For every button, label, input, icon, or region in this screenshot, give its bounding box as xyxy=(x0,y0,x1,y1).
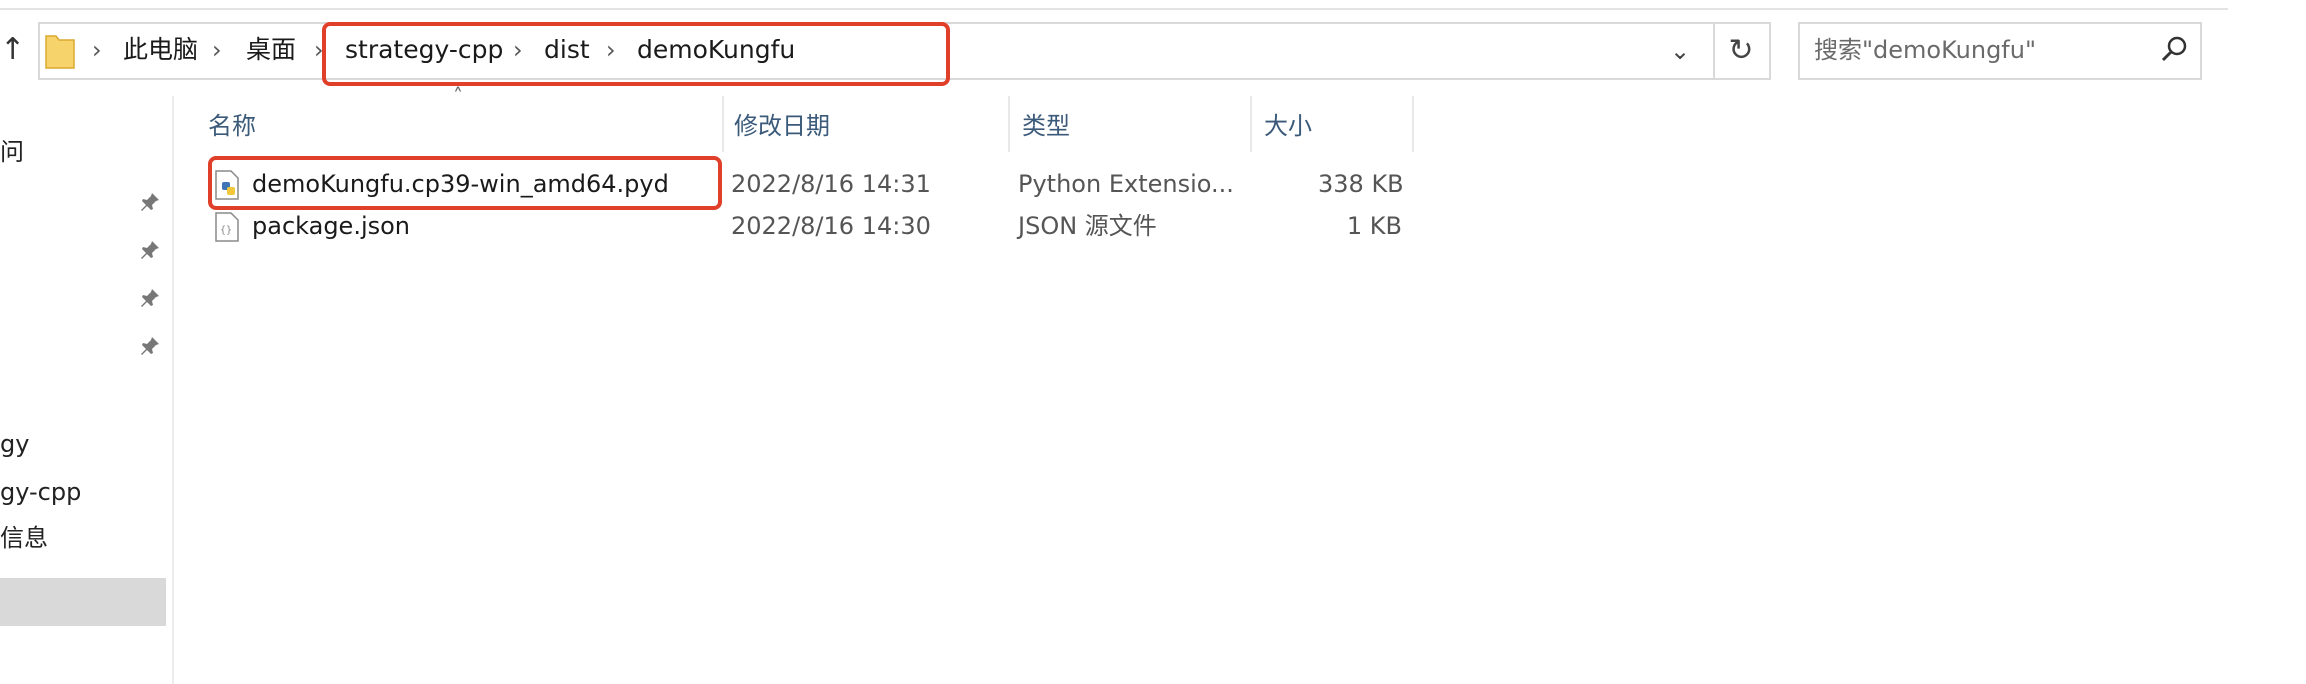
sidebar-item-info[interactable]: 信息 xyxy=(0,520,48,556)
column-divider[interactable] xyxy=(722,96,724,152)
window-top-border xyxy=(0,8,2228,10)
file-modified: 2022/8/16 14:30 xyxy=(731,212,931,240)
column-divider[interactable] xyxy=(1412,96,1414,152)
file-type: Python Extensio... xyxy=(1018,170,1234,198)
file-modified: 2022/8/16 14:31 xyxy=(731,170,931,198)
file-size: 1 KB xyxy=(1346,212,1402,240)
svg-text:{}: {} xyxy=(220,225,232,236)
sidebar-item-strategy-cpp[interactable]: gy-cpp xyxy=(0,474,81,510)
pane-divider[interactable] xyxy=(172,96,174,684)
file-type: JSON 源文件 xyxy=(1018,212,1157,240)
sort-ascending-icon: ˄ xyxy=(453,84,463,108)
breadcrumb-separator[interactable]: › xyxy=(92,32,102,68)
file-size: 338 KB xyxy=(1318,170,1404,198)
column-divider[interactable] xyxy=(1008,96,1010,152)
breadcrumb-this-pc[interactable]: 此电脑 xyxy=(123,32,198,68)
chevron-down-icon[interactable]: ⌄ xyxy=(1660,34,1700,68)
folder-icon xyxy=(45,35,75,69)
pin-icon xyxy=(141,241,159,259)
up-arrow-icon[interactable]: ↑ xyxy=(0,30,25,70)
search-placeholder: 搜索"demoKungfu" xyxy=(1814,36,2036,64)
search-icon[interactable] xyxy=(2160,34,2190,64)
pin-icon xyxy=(141,337,159,355)
pin-icon xyxy=(141,193,159,211)
column-divider[interactable] xyxy=(1250,96,1252,152)
column-header-size[interactable]: 大小 xyxy=(1264,104,1312,148)
column-header-modified[interactable]: 修改日期 xyxy=(734,104,830,148)
file-highlight-box xyxy=(208,156,722,210)
json-file-icon: {} xyxy=(215,212,239,242)
sidebar-item-strategy[interactable]: gy xyxy=(0,426,29,462)
sidebar-item-quick-access[interactable]: 问 xyxy=(0,134,24,170)
sidebar-item-selected[interactable] xyxy=(0,578,166,626)
file-row[interactable]: {} package.json 2022/8/16 14:30 JSON 源文件… xyxy=(208,206,1402,246)
breadcrumb-desktop[interactable]: 桌面 xyxy=(246,32,296,68)
pin-icon xyxy=(141,289,159,307)
column-header-type[interactable]: 类型 xyxy=(1022,104,1070,148)
breadcrumb-separator[interactable]: › xyxy=(212,32,222,68)
breadcrumb-highlight-box xyxy=(322,22,950,86)
column-header-name[interactable]: 名称 xyxy=(208,104,256,148)
file-name: package.json xyxy=(252,212,411,240)
refresh-icon[interactable]: ↻ xyxy=(1713,22,1771,80)
